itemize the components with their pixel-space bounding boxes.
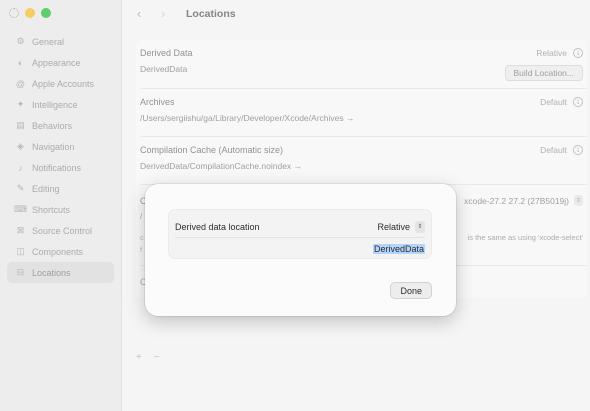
done-button[interactable]: Done	[390, 282, 432, 299]
chevron-updown-icon: ⇕	[415, 221, 425, 233]
derived-data-form: Derived data location Relative ⇕ Derived…	[168, 209, 432, 259]
settings-window: ⚙ General ◐ Appearance @ Apple Accounts ✦ Intel…	[0, 0, 590, 411]
divider	[175, 237, 425, 238]
derived-data-location-row: Derived data location Relative ⇕	[175, 218, 425, 236]
derived-data-name-selection[interactable]: DerivedData	[372, 243, 425, 254]
derived-data-location-popup[interactable]: Relative ⇕	[377, 221, 425, 233]
derived-data-sheet: Derived data location Relative ⇕ Derived…	[145, 184, 456, 316]
popup-value: Relative	[377, 222, 410, 232]
derived-data-location-label: Derived data location	[175, 222, 260, 232]
derived-data-name-field[interactable]: DerivedData	[277, 241, 427, 256]
